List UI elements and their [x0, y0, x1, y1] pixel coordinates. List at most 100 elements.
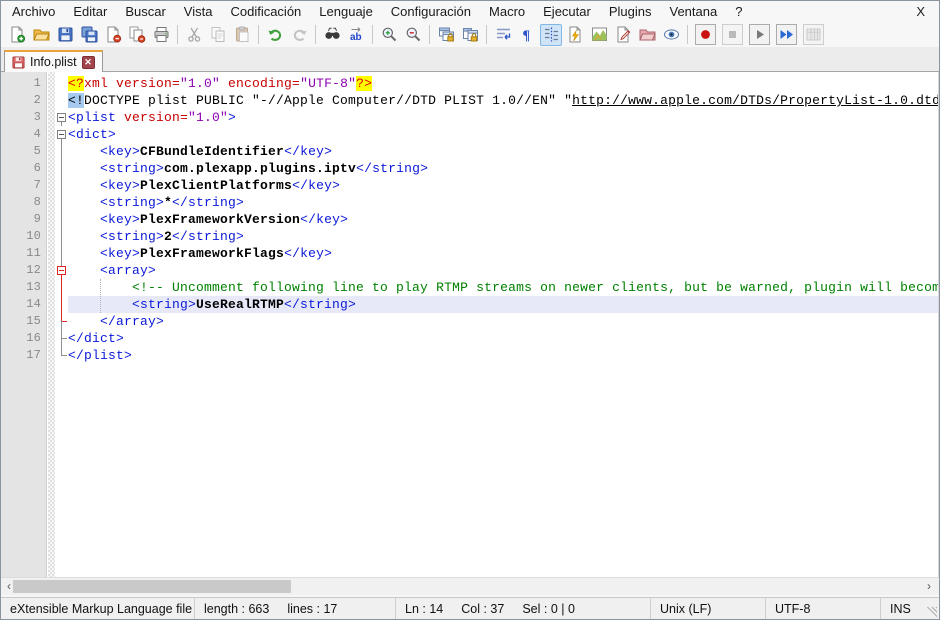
function-list-button[interactable]	[612, 24, 634, 46]
macro-save-button[interactable]	[803, 24, 824, 45]
save-file-button[interactable]	[54, 24, 76, 46]
zoom-out-button[interactable]	[402, 24, 424, 46]
code-text[interactable]: <?xml version="1.0" encoding="UTF-8"?>	[68, 75, 938, 92]
code-text[interactable]: <key>PlexFrameworkVersion</key>	[68, 211, 938, 228]
print-icon	[153, 26, 170, 43]
status-insert-mode[interactable]: INS	[881, 598, 939, 619]
copy-button[interactable]	[207, 24, 229, 46]
cut-button[interactable]	[183, 24, 205, 46]
menu-item-?[interactable]: ?	[726, 2, 751, 21]
fold-cell	[55, 296, 68, 313]
paste-button[interactable]	[231, 24, 253, 46]
insert-mode-label: INS	[890, 602, 911, 616]
editor-area[interactable]: 1<?xml version="1.0" encoding="UTF-8"?>2…	[1, 72, 939, 577]
document-map-button[interactable]	[588, 24, 610, 46]
bookmark-cell	[48, 160, 55, 177]
window-close-button[interactable]: X	[912, 4, 929, 19]
menu-item-archivo[interactable]: Archivo	[3, 2, 64, 21]
code-text[interactable]: <array>	[68, 262, 938, 279]
menu-item-ejecutar[interactable]: Ejecutar	[534, 2, 600, 21]
menu-item-macro[interactable]: Macro	[480, 2, 534, 21]
fold-collapse-icon[interactable]	[55, 126, 68, 143]
macro-record-button[interactable]	[695, 24, 716, 45]
tab-close-icon[interactable]: ✕	[82, 56, 95, 69]
open-file-button[interactable]	[30, 24, 52, 46]
menu-bar: ArchivoEditarBuscarVistaCodificaciónLeng…	[1, 1, 939, 22]
code-text[interactable]: <string>UseRealRTMP</string>	[68, 296, 938, 313]
cut-icon	[186, 26, 203, 43]
code-text[interactable]: <key>PlexFrameworkFlags</key>	[68, 245, 938, 262]
zoom-in-button[interactable]	[378, 24, 400, 46]
menu-item-configuracin[interactable]: Configuración	[382, 2, 480, 21]
bookmark-cell	[48, 262, 55, 279]
code-text[interactable]: </dict>	[68, 330, 938, 347]
code-text[interactable]: <dict>	[68, 126, 938, 143]
code-text[interactable]: <key>PlexClientPlatforms</key>	[68, 177, 938, 194]
cursor-line-label: Ln : 14	[405, 602, 443, 616]
fold-cell	[55, 313, 68, 330]
code-text[interactable]: <string>com.plexapp.plugins.iptv</string…	[68, 160, 938, 177]
horizontal-scrollbar-thumb[interactable]	[13, 580, 291, 593]
macro-stop-button[interactable]	[722, 24, 743, 45]
code-text[interactable]: <!DOCTYPE plist PUBLIC "-//Apple Compute…	[68, 92, 938, 109]
editor-line-6: 6 <string>com.plexapp.plugins.iptv</stri…	[1, 160, 938, 177]
status-encoding[interactable]: UTF-8	[766, 598, 881, 619]
toolbar: ab ¶	[1, 22, 939, 48]
line-number: 7	[1, 177, 48, 194]
code-text[interactable]: </array>	[68, 313, 938, 330]
folder-as-workspace-button[interactable]	[636, 24, 658, 46]
save-all-button[interactable]	[78, 24, 100, 46]
word-wrap-button[interactable]	[492, 24, 514, 46]
menu-item-lenguaje[interactable]: Lenguaje	[310, 2, 382, 21]
code-text[interactable]: </plist>	[68, 347, 938, 364]
find-icon	[324, 26, 341, 43]
fold-collapse-icon[interactable]	[55, 262, 68, 279]
sync-scroll-horizontal-button[interactable]	[459, 24, 481, 46]
code-text[interactable]: <string>2</string>	[68, 228, 938, 245]
fold-collapse-icon[interactable]	[55, 109, 68, 126]
scroll-right-arrow-icon[interactable]: ›	[921, 578, 937, 595]
menu-item-codificacin[interactable]: Codificación	[221, 2, 310, 21]
show-all-characters-button[interactable]: ¶	[516, 24, 538, 46]
code-text[interactable]: <plist version="1.0">	[68, 109, 938, 126]
function-list-icon	[615, 26, 632, 43]
editor-line-12: 12 <array>	[1, 262, 938, 279]
zoom-in-icon	[381, 26, 398, 43]
cursor-col-label: Col : 37	[461, 602, 504, 616]
line-number: 9	[1, 211, 48, 228]
monitoring-button[interactable]	[660, 24, 682, 46]
menu-item-vista[interactable]: Vista	[175, 2, 222, 21]
status-eol-format[interactable]: Unix (LF)	[651, 598, 766, 619]
resize-grip-icon[interactable]	[927, 607, 937, 617]
tab-info-plist[interactable]: Info.plist ✕	[4, 50, 103, 72]
toolbar-separator	[687, 25, 688, 44]
line-number: 8	[1, 194, 48, 211]
undo-button[interactable]	[264, 24, 286, 46]
define-language-button[interactable]	[564, 24, 586, 46]
horizontal-scrollbar[interactable]: ‹ ›	[1, 577, 939, 595]
close-file-button[interactable]	[102, 24, 124, 46]
lines-label: lines : 17	[287, 602, 337, 616]
editor-line-10: 10 <string>2</string>	[1, 228, 938, 245]
menu-item-editar[interactable]: Editar	[64, 2, 116, 21]
menu-item-plugins[interactable]: Plugins	[600, 2, 661, 21]
bookmark-cell	[48, 347, 55, 364]
redo-button[interactable]	[288, 24, 310, 46]
bookmark-cell	[48, 279, 55, 296]
bookmark-cell	[48, 330, 55, 347]
eol-label: Unix (LF)	[660, 602, 711, 616]
replace-button[interactable]: ab	[345, 24, 367, 46]
find-button[interactable]	[321, 24, 343, 46]
macro-play-button[interactable]	[749, 24, 770, 45]
code-text[interactable]: <string>*</string>	[68, 194, 938, 211]
code-text[interactable]: <!-- Uncomment following line to play RT…	[68, 279, 938, 296]
sync-scroll-vertical-button[interactable]	[435, 24, 457, 46]
print-button[interactable]	[150, 24, 172, 46]
menu-item-ventana[interactable]: Ventana	[660, 2, 726, 21]
show-indent-guide-button[interactable]	[540, 24, 562, 46]
macro-run-multiple-button[interactable]	[776, 24, 797, 45]
menu-item-buscar[interactable]: Buscar	[116, 2, 174, 21]
code-text[interactable]: <key>CFBundleIdentifier</key>	[68, 143, 938, 160]
new-file-button[interactable]	[6, 24, 28, 46]
close-all-button[interactable]	[126, 24, 148, 46]
